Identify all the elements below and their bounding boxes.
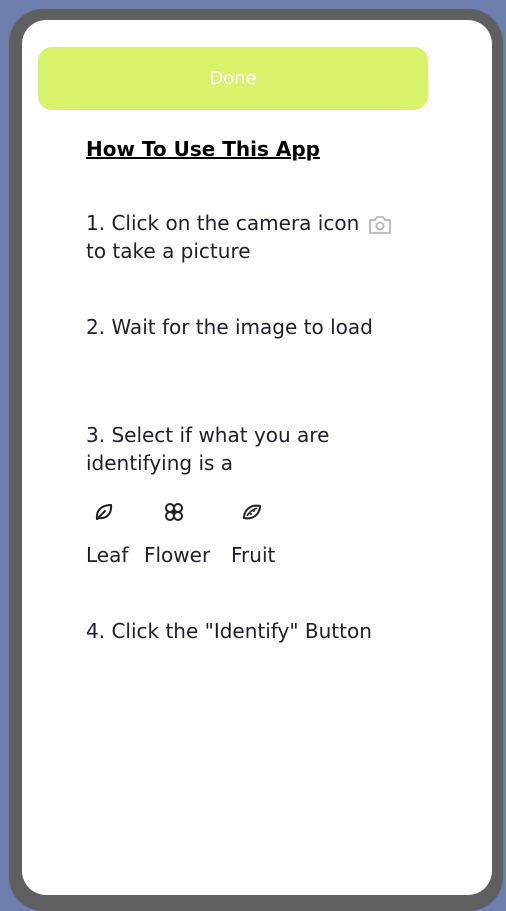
type-label-leaf[interactable]: Leaf — [86, 543, 128, 567]
type-label-fruit[interactable]: Fruit — [231, 543, 275, 567]
camera-icon — [369, 215, 392, 234]
leaf-icon[interactable] — [92, 500, 116, 524]
page-title: How To Use This App — [86, 137, 320, 161]
fruit-icon[interactable] — [240, 500, 264, 524]
step-3-line1: 3. Select if what you are — [86, 423, 330, 447]
step-2: 2. Wait for the image to load — [86, 315, 373, 339]
step-1: 1. Click on the camera icon to take a pi… — [86, 209, 406, 265]
step-3: 3. Select if what you are identifying is… — [86, 421, 386, 477]
type-label-flower[interactable]: Flower — [144, 543, 210, 567]
step-1-text: 1. Click on the camera icon — [86, 211, 360, 235]
step-3-line2: identifying is a — [86, 451, 234, 475]
done-button[interactable]: Done — [38, 47, 428, 110]
step-1-line2: to take a picture — [86, 239, 251, 263]
step-4: 4. Click the "Identify" Button — [86, 619, 372, 643]
flower-icon[interactable] — [162, 500, 186, 524]
